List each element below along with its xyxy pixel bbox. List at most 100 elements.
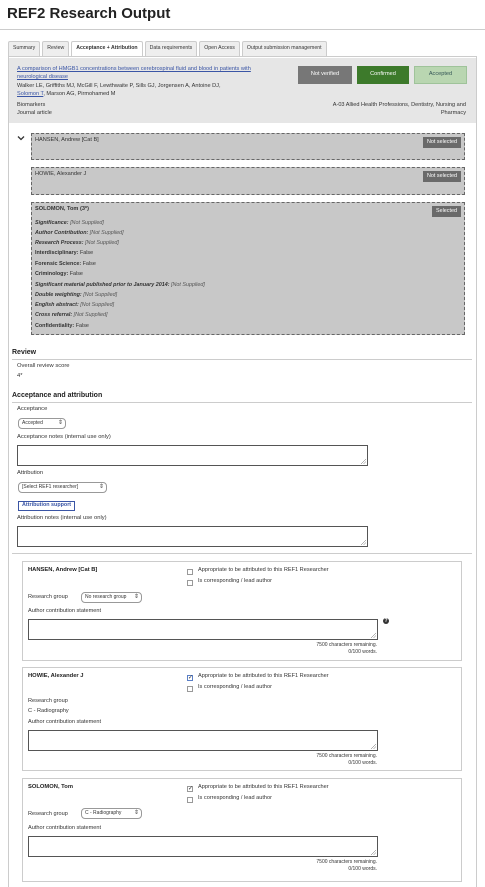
appropriate-label: Appropriate to be attributed to this REF…: [198, 567, 329, 573]
tab-summary[interactable]: Summary: [8, 41, 41, 56]
researcher-card[interactable]: HANSEN, Andrew [Cat B] Not selected: [31, 133, 465, 160]
author-contribution-textarea[interactable]: [28, 619, 378, 640]
remaining-chars: 7500 characters remaining.: [316, 753, 377, 759]
attribution-notes-label: Attribution notes (internal use only): [17, 515, 107, 521]
remaining-words: 0/100 words.: [348, 648, 377, 655]
divider: [12, 553, 472, 554]
flag-row: Confidentiality: False: [35, 323, 89, 329]
remaining-words: 0/100 words.: [348, 759, 377, 766]
acceptance-notes-textarea[interactable]: [17, 445, 368, 466]
attribution-researcher-box: SOLOMON, Tom ✓ Appropriate to be attribu…: [22, 778, 462, 882]
authors-line1: Walker LE, Griffiths MJ, McGill F, Lewth…: [17, 83, 221, 89]
selection-badge: Not selected: [423, 137, 461, 148]
author-contribution-textarea[interactable]: [28, 730, 378, 751]
help-icon[interactable]: ?: [383, 618, 389, 624]
overall-score-value: 4*: [17, 373, 23, 379]
flag-row: Criminology: False: [35, 271, 83, 277]
uoa-line1: A-03 Allied Health Professions, Dentistr…: [332, 102, 466, 108]
researcher-name: SOLOMON, Tom (3*): [35, 206, 89, 212]
remaining-counter: 7500 characters remaining. 0/100 words.: [316, 753, 377, 767]
appropriate-checkbox[interactable]: ✓: [187, 786, 193, 792]
attribution-select[interactable]: [Select REF1 researcher]: [18, 482, 107, 493]
corresponding-checkbox[interactable]: [187, 797, 193, 803]
output-title-link[interactable]: A comparison of HMGB1 concentrations bet…: [17, 66, 267, 81]
author-contribution-label: Author contribution statement: [28, 719, 102, 725]
researcher-name: HANSEN, Andrew [Cat B]: [28, 567, 98, 573]
status-not-verified[interactable]: Not verified: [298, 66, 352, 84]
output-authors-line2: Solomon T, Marson AG, Pirmohamed M: [17, 91, 115, 98]
attribution-researcher-box: HANSEN, Andrew [Cat B] Appropriate to be…: [22, 561, 462, 661]
appropriate-checkbox[interactable]: [187, 569, 193, 575]
researcher-name: HANSEN, Andrew [Cat B]: [35, 137, 99, 143]
remaining-chars: 7500 characters remaining.: [316, 642, 377, 648]
flag-row: Author Contribution: [Not Supplied]: [35, 230, 124, 236]
flag-row: Interdisciplinary: False: [35, 250, 94, 256]
corresponding-label: Is corresponding / lead author: [198, 578, 273, 584]
tab-data-requirements[interactable]: Data requirements: [144, 41, 198, 56]
output-type: Journal article: [17, 110, 52, 116]
research-group-select[interactable]: C - Radiography: [81, 808, 142, 819]
divider: [12, 359, 472, 360]
author-contribution-textarea[interactable]: [28, 836, 378, 857]
page-title: REF2 Research Output: [7, 5, 171, 22]
tab-open-access[interactable]: Open Access: [199, 41, 240, 56]
flag-row: Significant material published prior to …: [35, 282, 205, 288]
acceptance-heading: Acceptance and attribution: [12, 392, 103, 399]
divider: [12, 402, 472, 403]
author-contribution-label: Author contribution statement: [28, 608, 102, 614]
remaining-counter: 7500 characters remaining. 0/100 words.: [316, 859, 377, 873]
status-confirmed[interactable]: Confirmed: [357, 66, 409, 84]
research-group-label: Research group: [28, 811, 68, 817]
appropriate-label: Appropriate to be attributed to this REF…: [198, 673, 329, 679]
attribution-notes-textarea[interactable]: [17, 526, 368, 547]
unit-of-assessment: A-03 Allied Health Professions, Dentistr…: [308, 102, 466, 118]
researcher-card[interactable]: HOWIE, Alexander J Not selected: [31, 167, 465, 195]
remaining-chars: 7500 characters remaining.: [316, 859, 377, 865]
research-group-label: Research group: [28, 698, 68, 704]
corresponding-checkbox[interactable]: [187, 580, 193, 586]
output-authors: Walker LE, Griffiths MJ, McGill F, Lewth…: [17, 83, 297, 90]
tab-review[interactable]: Review: [42, 41, 70, 56]
remaining-counter: 7500 characters remaining. 0/100 words.: [316, 642, 377, 656]
flag-row: Cross referral: [Not Supplied]: [35, 312, 108, 318]
attribution-support-button[interactable]: Attribution support: [18, 501, 76, 511]
author-contribution-label: Author contribution statement: [28, 825, 102, 831]
appropriate-label: Appropriate to be attributed to this REF…: [198, 784, 329, 790]
selection-badge: Not selected: [423, 171, 461, 182]
overall-score-label: Overall review score: [17, 363, 70, 369]
acceptance-notes-label: Acceptance notes (internal use only): [17, 434, 111, 440]
tab-output-submission-management[interactable]: Output submission management: [241, 41, 327, 56]
flag-row: English abstract: [Not Supplied]: [35, 302, 115, 308]
research-group-label: Research group: [28, 594, 68, 600]
researcher-name: HOWIE, Alexander J: [28, 673, 84, 679]
research-group-value: C - Radiography: [28, 708, 69, 714]
flag-row: Significance: [Not Supplied]: [35, 220, 104, 226]
researcher-card[interactable]: SOLOMON, Tom (3*) Selected Significance:…: [31, 202, 465, 335]
authors-rest: , Marson AG, Pirmohamed M: [43, 91, 116, 97]
attribution-researcher-box: HOWIE, Alexander J ✓ Appropriate to be a…: [22, 667, 462, 771]
researcher-name: HOWIE, Alexander J: [35, 171, 87, 177]
flag-row: Research Process: [Not Supplied]: [35, 240, 119, 246]
chevron-down-icon[interactable]: [17, 134, 25, 142]
divider: [0, 29, 485, 30]
corresponding-checkbox[interactable]: [187, 686, 193, 692]
corresponding-label: Is corresponding / lead author: [198, 795, 273, 801]
remaining-words: 0/100 words.: [348, 865, 377, 872]
selection-badge: Selected: [432, 206, 461, 217]
status-accepted[interactable]: Accepted: [414, 66, 467, 84]
tab-acceptance-attribution[interactable]: Acceptance + Attribution: [71, 41, 143, 57]
researcher-name: SOLOMON, Tom: [28, 784, 73, 790]
output-subject: Biomarkers: [17, 102, 46, 108]
acceptance-label: Acceptance: [17, 406, 48, 412]
uoa-line2: Pharmacy: [440, 109, 466, 116]
appropriate-checkbox[interactable]: ✓: [187, 675, 193, 681]
tab-bar: Summary Review Acceptance + Attribution …: [8, 41, 327, 57]
acceptance-select[interactable]: Accepted: [18, 418, 66, 429]
research-group-select[interactable]: No research group: [81, 592, 142, 603]
flag-row: Double weighting: [Not Supplied]: [35, 292, 118, 298]
corresponding-label: Is corresponding / lead author: [198, 684, 273, 690]
attribution-label: Attribution: [17, 470, 44, 476]
author-link-solomon[interactable]: Solomon T: [17, 91, 43, 97]
flag-row: Forensic Science: False: [35, 261, 96, 267]
review-heading: Review: [12, 349, 37, 356]
